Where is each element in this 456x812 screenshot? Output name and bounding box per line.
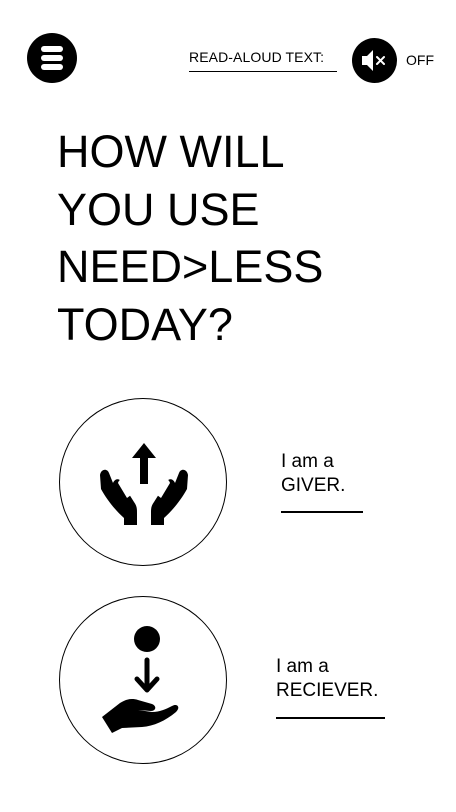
title-line: TODAY? [57, 298, 233, 350]
giver-option-button[interactable] [59, 398, 227, 566]
speaker-muted-icon [362, 50, 385, 71]
giver-label-line1: I am a [281, 451, 334, 472]
giver-label[interactable]: I am a GIVER. [281, 450, 345, 498]
giver-label-line2: GIVER. [281, 475, 346, 496]
read-aloud-label: READ-ALOUD TEXT: [189, 49, 337, 72]
menu-button[interactable] [27, 33, 77, 83]
receiver-underline [276, 717, 385, 719]
receiver-label-line1: I am a [276, 656, 329, 677]
title-line: YOU USE [57, 183, 260, 235]
giver-underline [281, 511, 363, 513]
hamburger-menu-icon [41, 46, 63, 70]
title-line: NEED>LESS [57, 241, 324, 292]
read-aloud-toggle[interactable] [352, 38, 397, 83]
receiver-option-button[interactable] [59, 596, 227, 764]
receiver-label-line2: RECIEVER. [276, 680, 379, 701]
receiver-label[interactable]: I am a RECIEVER. [276, 655, 378, 703]
title-line: HOW WILL [57, 126, 285, 177]
hand-receiving-icon [102, 626, 179, 733]
hands-giving-icon [100, 443, 188, 525]
page-title: HOW WILL YOU USE NEED>LESS TODAY? [57, 123, 397, 353]
read-aloud-state: OFF [406, 52, 434, 68]
